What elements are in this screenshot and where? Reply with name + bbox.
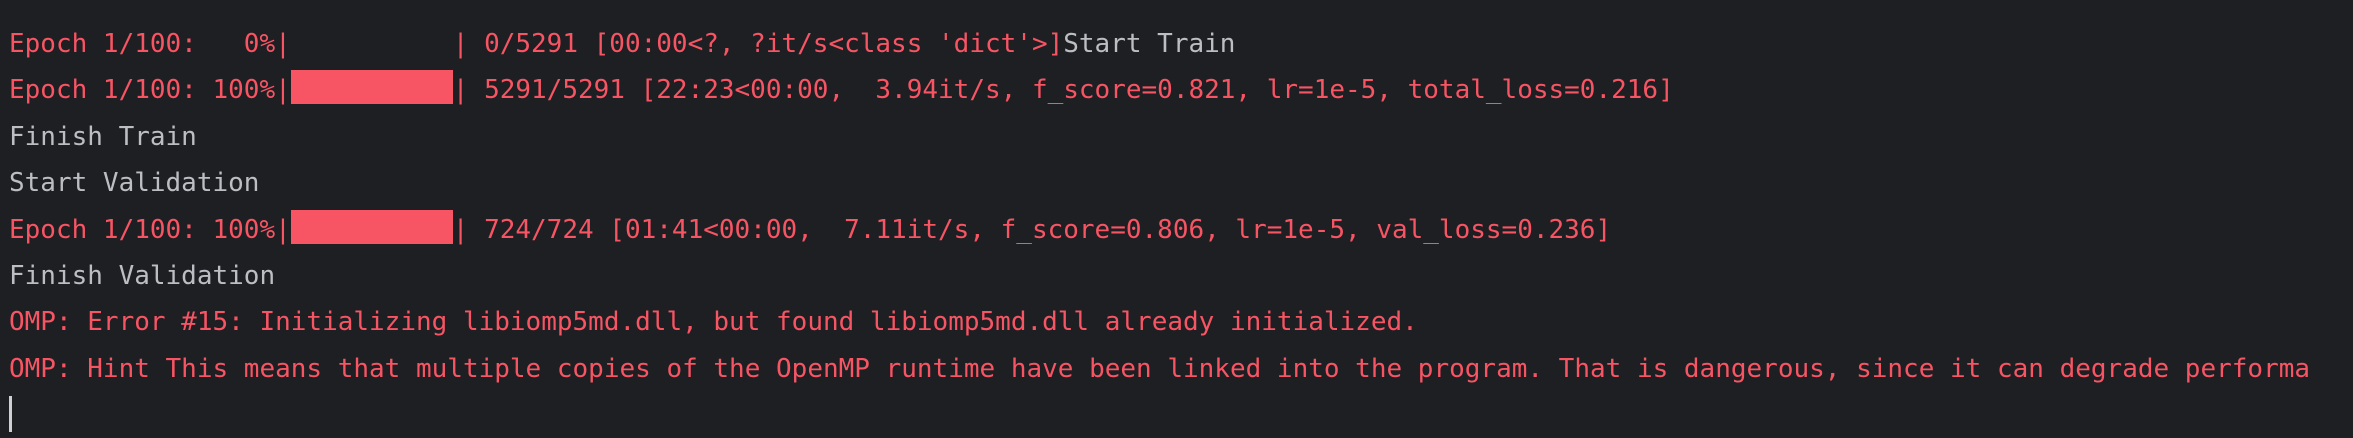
console-line-start-validation: Start Validation	[9, 168, 260, 198]
validation-progress-stats: | 724/724 [01:41<00:00, 7.11it/s, f_scor…	[452, 215, 1612, 245]
progress-bar-empty	[291, 24, 453, 58]
progress-stats: | 0/5291 [00:00<?, ?it/s<class 'dict'>]	[452, 29, 1064, 59]
validation-progress-fill	[290, 210, 453, 244]
train-progress-bar	[290, 70, 453, 104]
console-line-finish-train: Finish Train	[9, 122, 197, 152]
start-train-text: Start Train	[1063, 29, 1236, 59]
train-progress-fill	[290, 70, 453, 104]
epoch-progress-label: Epoch 1/100: 0%|	[9, 29, 291, 59]
text-cursor	[9, 396, 12, 432]
epoch-progress-label: Epoch 1/100: 100%|	[9, 215, 291, 245]
console-line-omp-hint: OMP: Hint This means that multiple copie…	[9, 354, 2311, 384]
console-line-validation-progress: Epoch 1/100: 100%| | 724/724 [01:41<00:00…	[9, 207, 1611, 253]
console-line-start-train: Epoch 1/100: 0%| | 0/5291 [00:00<?, ?it/s…	[9, 21, 1235, 67]
epoch-progress-label: Epoch 1/100: 100%|	[9, 75, 291, 105]
console-output[interactable]: Epoch 1/100: 0%| | 0/5291 [00:00<?, ?it/s…	[0, 0, 2353, 438]
console-line-train-progress: Epoch 1/100: 100%| | 5291/5291 [22:23<00:…	[9, 67, 1674, 113]
console-line-finish-validation: Finish Validation	[9, 261, 276, 291]
validation-progress-bar	[290, 210, 453, 244]
train-progress-stats: | 5291/5291 [22:23<00:00, 3.94it/s, f_sc…	[452, 75, 1674, 105]
console-line-omp-error: OMP: Error #15: Initializing libiomp5md.…	[9, 307, 1418, 337]
